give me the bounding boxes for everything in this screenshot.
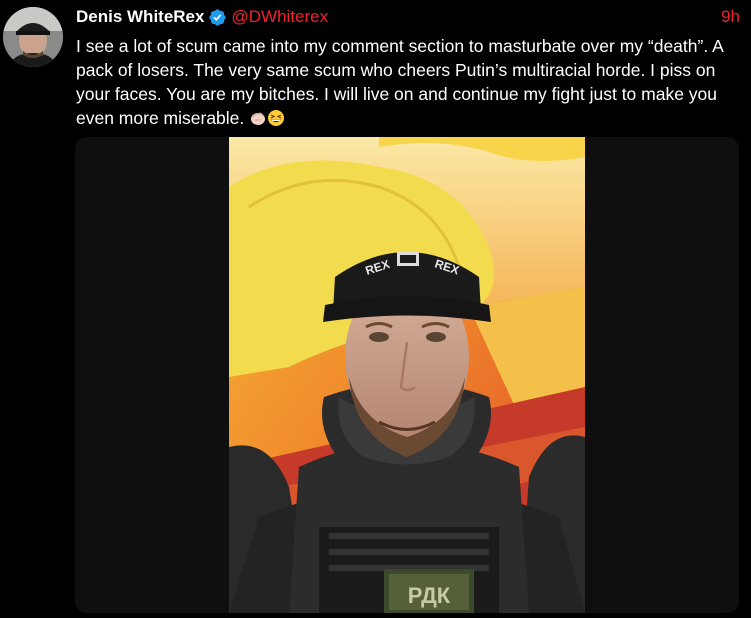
tweet[interactable]: Denis WhiteRex @DWhiterex 9h I see a lot… [0,0,751,618]
tweet-header: Denis WhiteRex @DWhiterex 9h [76,6,740,28]
grinning-squinting-face-icon [268,110,285,126]
patch-text: РДК [408,583,451,608]
verified-badge-icon [209,8,227,26]
media-container[interactable]: РДК REX REX [75,137,739,613]
user-handle[interactable]: @DWhiterex [231,7,328,27]
tweet-text: I see a lot of scum came into my comment… [76,34,746,130]
selfie-photo[interactable]: РДК REX REX [229,137,585,613]
avatar-image [3,7,63,67]
selfie-image: РДК REX REX [229,137,585,613]
tweet-body: I see a lot of scum came into my comment… [76,36,723,128]
avatar[interactable] [3,7,63,67]
display-name[interactable]: Denis WhiteRex [76,7,204,27]
hand-icon [251,112,266,125]
tweet-timestamp[interactable]: 9h [721,7,740,27]
